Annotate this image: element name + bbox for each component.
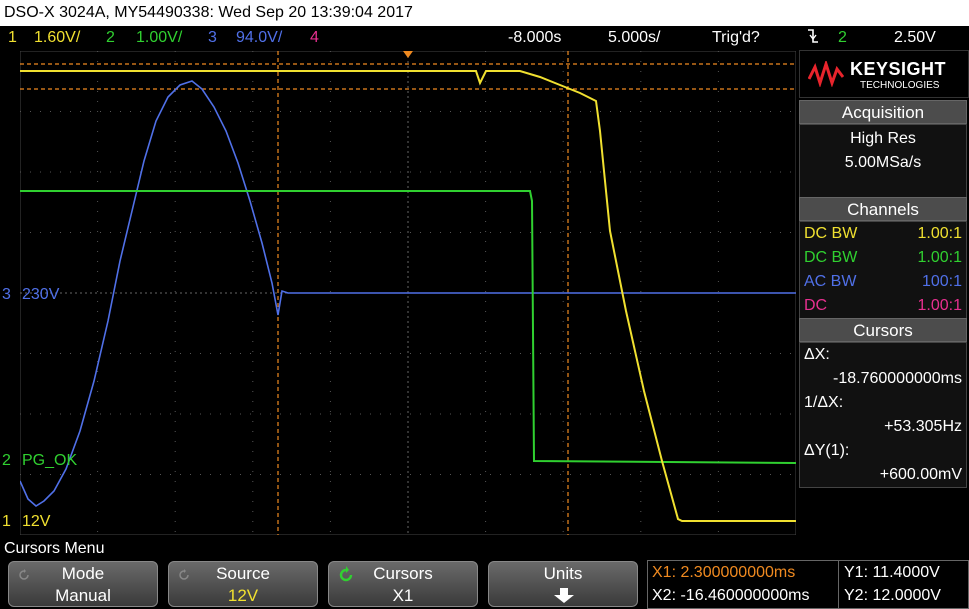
softkey-mode-title: Mode — [61, 564, 105, 583]
menu-title: Cursors Menu — [0, 538, 969, 560]
trigger-level[interactable]: 2.50V — [894, 26, 936, 50]
timebase-scale[interactable]: 5.000s/ — [608, 26, 660, 50]
ch2-ground-marker[interactable]: 2 — [2, 452, 11, 470]
ch2-number[interactable]: 2 — [106, 26, 115, 50]
softkey-units-title: Units — [543, 564, 583, 583]
submenu-arrow-icon — [554, 588, 574, 603]
ch1-probe: 1.00:1 — [917, 225, 962, 242]
ch2-probe: 1.00:1 — [917, 249, 962, 266]
title-bar: DSO-X 3024A, MY54490338: Wed Sep 20 13:3… — [0, 0, 969, 26]
softkey-source-title: Source — [216, 564, 270, 583]
softkey-cursors-value: X1 — [392, 586, 414, 605]
softkey-mode[interactable]: Mode Manual — [8, 561, 158, 607]
ch1-coupling: DC BW — [804, 225, 858, 242]
x1-readout[interactable]: X1: 2.300000000ms — [652, 564, 795, 582]
waveform-graticule[interactable] — [20, 51, 796, 535]
keysight-wave-icon — [808, 61, 844, 87]
channels-header[interactable]: Channels — [799, 197, 967, 221]
ch3-label: 230V — [22, 286, 60, 303]
trigger-source[interactable]: 2 — [838, 26, 847, 50]
trigger-position-marker — [403, 51, 413, 58]
delta-y-value: +600.00mV — [879, 466, 962, 483]
trigger-status: Trig'd? — [712, 29, 760, 46]
inv-delta-x-value: +53.305Hz — [884, 418, 962, 435]
x2-readout: X2: -16.460000000ms — [652, 587, 810, 604]
channels-body: DC BW 1.00:1 DC BW 1.00:1 AC BW 100:1 DC… — [799, 221, 967, 319]
acquisition-mode: High Res — [850, 130, 916, 147]
softkey-source[interactable]: Source 12V — [168, 561, 318, 607]
logo-subtitle: TECHNOLOGIES — [860, 80, 940, 91]
ch2-scale[interactable]: 1.00V/ — [136, 26, 182, 50]
cursor-readout: X1: 2.300000000ms X2: -16.460000000ms Y1… — [647, 560, 969, 609]
ch1-number[interactable]: 1 — [8, 26, 17, 50]
readout-divider — [838, 561, 839, 608]
ch3-ground-marker[interactable]: 3 — [2, 286, 11, 304]
sample-rate: 5.00MSa/s — [844, 154, 922, 171]
softkey-mode-value: Manual — [55, 586, 111, 605]
ch2-coupling: DC BW — [804, 249, 858, 266]
delta-y-label: ΔY(1): — [804, 442, 850, 459]
inv-delta-x-label: 1/ΔX: — [804, 394, 844, 411]
horizontal-delay[interactable]: -8.000s — [508, 26, 561, 50]
side-panel: KEYSIGHT TECHNOLOGIES Acquisition High R… — [799, 50, 969, 537]
acquisition-header[interactable]: Acquisition — [799, 100, 967, 124]
softkey-cursors-title: Cursors — [373, 564, 433, 583]
ch4-number[interactable]: 4 — [310, 26, 319, 50]
logo-name: KEYSIGHT — [850, 59, 947, 79]
y2-readout: Y2: 12.0000V — [844, 587, 941, 604]
cursors-body: ΔX: -18.760000000ms 1/ΔX: +53.305Hz ΔY(1… — [799, 342, 967, 488]
delta-x-label: ΔX: — [804, 346, 830, 363]
y1-readout: Y1: 11.4000V — [844, 564, 940, 581]
keysight-logo: KEYSIGHT TECHNOLOGIES — [799, 50, 969, 98]
channel-status-bar: 1 1.60V/ 2 1.00V/ 3 94.0V/ 4 -8.000s 5.0… — [0, 26, 969, 50]
cursors-header[interactable]: Cursors — [799, 318, 967, 342]
ch1-ground-marker[interactable]: 1 — [2, 513, 11, 531]
acquisition-body: High Res 5.00MSa/s — [799, 124, 967, 198]
softkey-source-value: 12V — [227, 586, 259, 605]
ch1-label: 12V — [22, 513, 51, 530]
ch1-scale[interactable]: 1.60V/ — [34, 26, 80, 50]
softkey-units[interactable]: Units — [488, 561, 638, 607]
delta-x-value: -18.760000000ms — [833, 370, 962, 387]
ch4-probe: 1.00:1 — [917, 297, 962, 314]
ch3-scale[interactable]: 94.0V/ — [236, 26, 282, 50]
ch2-label: PG_OK — [22, 452, 78, 469]
ch3-number[interactable]: 3 — [208, 26, 217, 50]
ch4-coupling: DC — [804, 297, 828, 314]
softkey-cursors[interactable]: Cursors X1 — [328, 561, 478, 607]
ch3-probe: 100:1 — [921, 273, 962, 290]
ch3-coupling: AC BW — [804, 273, 857, 290]
